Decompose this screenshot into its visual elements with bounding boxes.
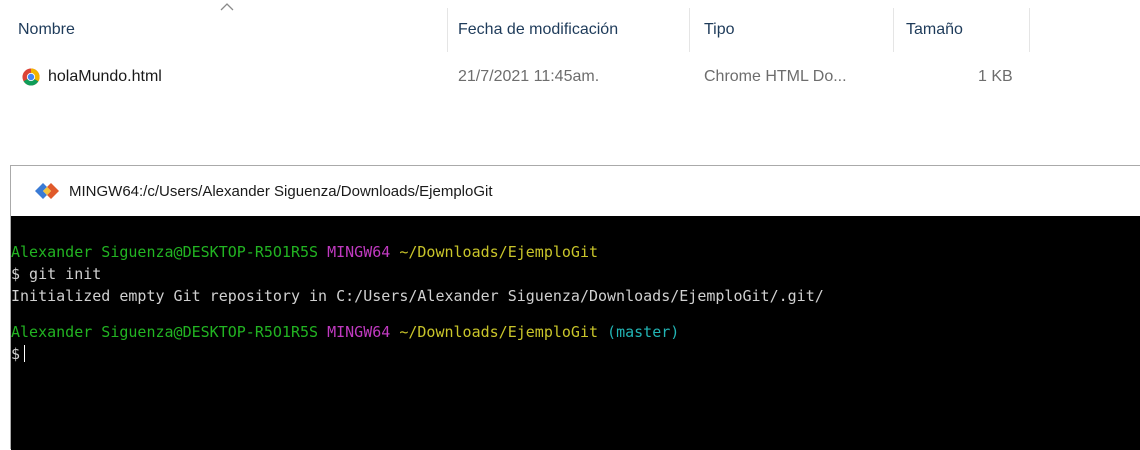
terminal-title: MINGW64:/c/Users/Alexander Siguenza/Down… <box>69 182 493 200</box>
chrome-icon <box>22 68 40 86</box>
file-name-label: holaMundo.html <box>48 68 162 85</box>
terminal-titlebar[interactable]: MINGW64:/c/Users/Alexander Siguenza/Down… <box>11 166 1140 216</box>
column-header-name-label: Nombre <box>18 21 75 38</box>
prompt-user-host: Alexander Siguenza@DESKTOP-R5O1R5S <box>11 243 319 261</box>
file-type-cell: Chrome HTML Do... <box>704 60 847 94</box>
text-cursor <box>24 345 26 362</box>
terminal-window[interactable]: MINGW64:/c/Users/Alexander Siguenza/Down… <box>10 165 1140 450</box>
column-header-size-label: Tamaño <box>906 21 963 38</box>
file-type-label: Chrome HTML Do... <box>704 68 847 85</box>
prompt-branch: (master) <box>607 323 680 341</box>
terminal-command-line: $ git init <box>11 265 102 283</box>
column-header-size[interactable]: Tamaño <box>898 8 1030 52</box>
input-prompt-symbol: $ <box>11 345 21 363</box>
prompt-shell: MINGW64 <box>327 323 391 341</box>
terminal-body[interactable]: Alexander Siguenza@DESKTOP-R5O1R5S MINGW… <box>11 216 1140 450</box>
file-row[interactable]: holaMundo.html 21/7/2021 11:45am. Chrome… <box>0 60 1140 94</box>
terminal-input-line[interactable]: $ <box>11 343 1140 365</box>
terminal-prompt-line: Alexander Siguenza@DESKTOP-R5O1R5S MINGW… <box>11 321 1140 343</box>
terminal-output-line: Initialized empty Git repository in C:/U… <box>11 287 824 305</box>
file-modified-cell: 21/7/2021 11:45am. <box>458 60 599 94</box>
column-header-type[interactable]: Tipo <box>696 8 894 52</box>
file-modified-label: 21/7/2021 11:45am. <box>458 68 600 85</box>
file-explorer: Nombre Fecha de modificación Tipo Tamaño… <box>0 0 1140 160</box>
file-name-cell[interactable]: holaMundo.html <box>22 60 162 94</box>
file-size-cell: 1 KB <box>978 60 1013 94</box>
file-size-label: 1 KB <box>978 68 1013 85</box>
prompt-path: ~/Downloads/EjemploGit <box>399 323 599 341</box>
column-header-type-label: Tipo <box>704 21 735 38</box>
prompt-user-host: Alexander Siguenza@DESKTOP-R5O1R5S <box>11 323 319 341</box>
prompt-shell: MINGW64 <box>327 243 391 261</box>
terminal-prompt-line: Alexander Siguenza@DESKTOP-R5O1R5S MINGW… <box>11 241 1140 263</box>
column-header-modified[interactable]: Fecha de modificación <box>450 8 690 52</box>
column-header-modified-label: Fecha de modificación <box>458 21 619 38</box>
column-header-name[interactable]: Nombre <box>10 8 448 52</box>
git-bash-icon <box>35 183 59 199</box>
prompt-path: ~/Downloads/EjemploGit <box>399 243 599 261</box>
